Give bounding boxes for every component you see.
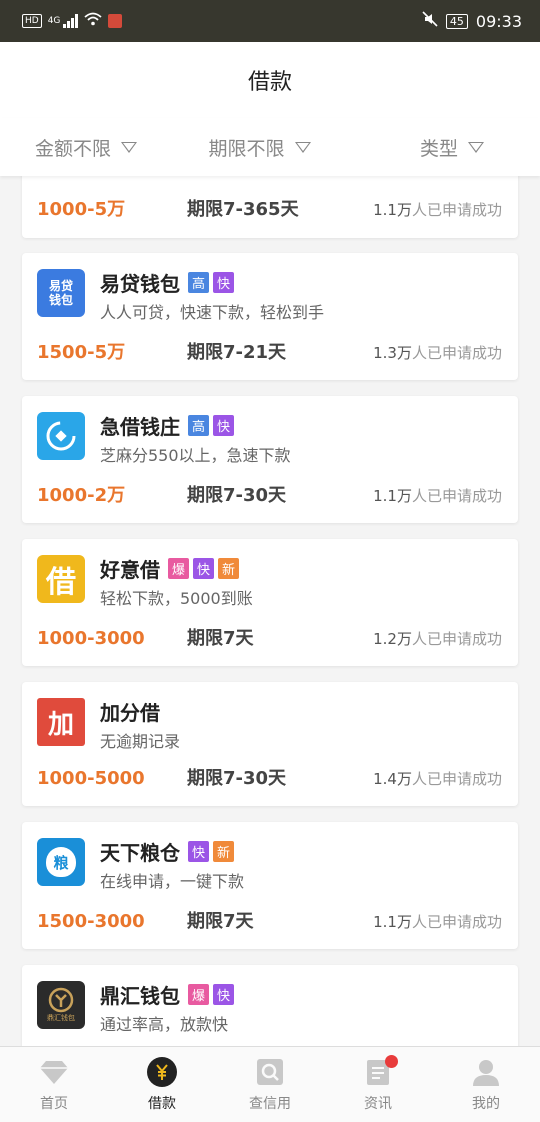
- tag-badge: 快: [188, 840, 209, 862]
- applied-count: 1.1万人已申请成功: [373, 913, 502, 931]
- product-logo-icon: 鼎汇钱包: [37, 981, 85, 1029]
- product-logo-icon: [37, 412, 85, 460]
- filter-bar: 金额不限 期限不限 类型: [0, 118, 540, 176]
- product-logo-icon: 加: [37, 698, 85, 746]
- loan-term: 期限7-365天: [187, 199, 299, 220]
- product-logo-icon: 借: [37, 555, 85, 603]
- nav-label: 我的: [472, 1095, 500, 1112]
- product-desc: 轻松下款，5000到账: [100, 589, 253, 608]
- tag-badge: 高: [188, 271, 209, 293]
- filter-amount[interactable]: 金额不限: [0, 134, 185, 161]
- product-name: 加分借: [100, 700, 160, 725]
- loan-list[interactable]: 1000-5万 期限7-365天 1.1万人已申请成功 易贷 钱包 易贷钱包 高 …: [0, 176, 540, 1046]
- loan-amount: 1000-2万: [37, 485, 126, 506]
- applied-count: 1.3万人已申请成功: [373, 344, 502, 362]
- loan-card[interactable]: 加 加分借 无逾期记录 1000-5000 期限7-30天 1.4万人已申请成功: [22, 682, 518, 806]
- applied-count: 1.4万人已申请成功: [373, 770, 502, 788]
- loan-amount: 1000-5000: [37, 768, 145, 789]
- loan-amount: 1000-5万: [37, 199, 126, 220]
- filter-label: 金额不限: [35, 137, 112, 160]
- tag-badge: 高: [188, 414, 209, 436]
- product-name: 急借钱庄: [100, 414, 180, 439]
- nav-loan[interactable]: 借款: [108, 1047, 216, 1122]
- wifi-icon: [84, 12, 102, 30]
- battery-icon: 45: [445, 13, 468, 29]
- loan-card[interactable]: 借 好意借 爆 快 新 轻松下款，5000到账 1000-3000 期限7天 1…: [22, 539, 518, 666]
- tag-badge: 快: [193, 557, 214, 579]
- nav-mine[interactable]: 我的: [432, 1047, 540, 1122]
- nav-label: 借款: [148, 1095, 176, 1112]
- product-logo-icon: 易贷 钱包: [37, 269, 85, 317]
- loan-term: 期限7天: [187, 911, 254, 932]
- product-desc: 芝麻分550以上，急速下款: [100, 446, 291, 465]
- mute-icon: [422, 11, 438, 31]
- app-header: 借款: [0, 42, 540, 118]
- triangle-down-icon: [121, 141, 138, 153]
- nav-label: 首页: [40, 1095, 68, 1112]
- tag-badge: 新: [213, 840, 234, 862]
- product-name: 易贷钱包: [100, 271, 180, 296]
- product-logo-icon: 粮: [37, 838, 85, 886]
- loan-term: 期限7-21天: [187, 342, 287, 363]
- loan-amount: 1500-5万: [37, 342, 126, 363]
- loan-card[interactable]: 急借钱庄 高 快 芝麻分550以上，急速下款 1000-2万 期限7-30天 1…: [22, 396, 518, 523]
- applied-count: 1.1万人已申请成功: [373, 487, 502, 505]
- user-icon: [471, 1057, 501, 1087]
- nav-credit[interactable]: 查信用: [216, 1047, 324, 1122]
- loan-amount: 1500-3000: [37, 911, 145, 932]
- loan-card[interactable]: 鼎汇钱包 鼎汇钱包 爆 快 通过率高，放款快: [22, 965, 518, 1046]
- loan-term: 期限7天: [187, 628, 254, 649]
- nav-label: 资讯: [364, 1095, 392, 1112]
- hd-badge: HD: [22, 14, 42, 28]
- filter-type[interactable]: 类型: [334, 134, 540, 161]
- applied-count: 1.1万人已申请成功: [373, 201, 502, 219]
- nav-home[interactable]: 首页: [0, 1047, 108, 1122]
- app-notification-icon: [108, 14, 123, 28]
- product-name: 天下粮仓: [100, 840, 180, 865]
- product-desc: 无逾期记录: [100, 732, 181, 751]
- tag-badge: 爆: [168, 557, 189, 579]
- product-name: 鼎汇钱包: [100, 983, 180, 1008]
- bottom-nav: 首页 借款 查信用 资讯 我的: [0, 1046, 540, 1122]
- product-name: 好意借: [100, 557, 160, 582]
- nav-news[interactable]: 资讯: [324, 1047, 432, 1122]
- loan-term: 期限7-30天: [187, 768, 287, 789]
- applied-count: 1.2万人已申请成功: [373, 630, 502, 648]
- triangle-down-icon: [294, 141, 311, 153]
- signal-icon: [63, 14, 79, 28]
- tag-badge: 快: [213, 983, 234, 1005]
- triangle-down-icon: [468, 141, 485, 153]
- loan-card[interactable]: 易贷 钱包 易贷钱包 高 快 人人可贷，快速下款，轻松到手 1500-5万 期限7…: [22, 253, 518, 380]
- loan-card[interactable]: 1000-5万 期限7-365天 1.1万人已申请成功: [22, 176, 518, 238]
- filter-label: 类型: [420, 137, 459, 160]
- tag-badge: 新: [218, 557, 239, 579]
- filter-label: 期限不限: [208, 137, 285, 160]
- tag-badge: 爆: [188, 983, 209, 1005]
- diamond-icon: [39, 1057, 69, 1087]
- notification-dot: [385, 1055, 398, 1068]
- filter-term[interactable]: 期限不限: [185, 134, 335, 161]
- loan-term: 期限7-30天: [187, 485, 287, 506]
- search-icon: [255, 1057, 285, 1087]
- status-bar: HD 4G 45 09:33: [0, 0, 540, 42]
- yen-icon: [147, 1056, 177, 1087]
- tag-badge: 快: [213, 271, 234, 293]
- product-desc: 通过率高，放款快: [100, 1015, 229, 1034]
- nav-label: 查信用: [249, 1095, 291, 1112]
- clock: 09:33: [475, 11, 522, 31]
- page-title: 借款: [247, 70, 292, 95]
- loan-card[interactable]: 粮 天下粮仓 快 新 在线申请，一键下款 1500-3000 期限7天 1.1万…: [22, 822, 518, 949]
- network-type: 4G: [47, 16, 61, 26]
- loan-amount: 1000-3000: [37, 628, 145, 649]
- product-desc: 在线申请，一键下款: [100, 872, 245, 891]
- tag-badge: 快: [213, 414, 234, 436]
- product-desc: 人人可贷，快速下款，轻松到手: [100, 303, 325, 322]
